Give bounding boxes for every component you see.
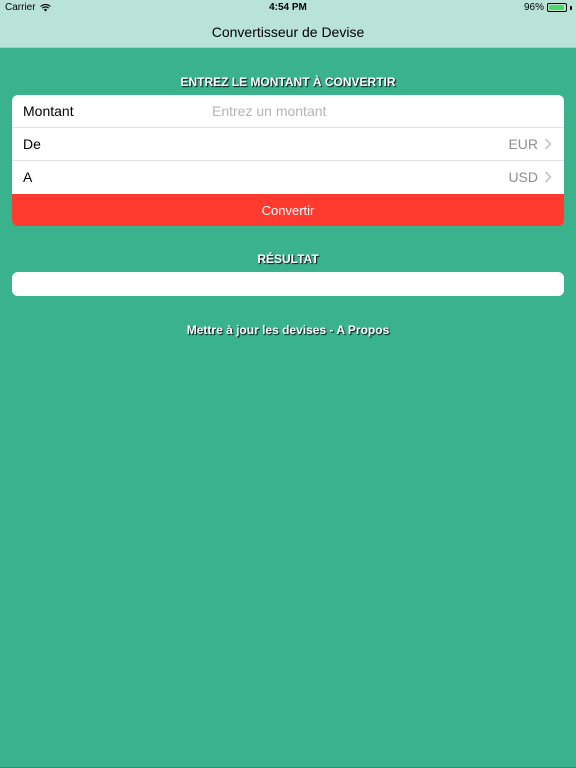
conversion-form: Montant De EUR A USD [12,95,564,194]
battery-icon [547,3,567,12]
amount-input[interactable] [212,101,472,121]
from-currency-value: EUR [508,136,538,152]
amount-label: Montant [23,103,74,119]
input-section-header: ENTREZ LE MONTANT À CONVERTIR [180,75,396,89]
battery-tip [570,5,572,10]
result-field [12,272,564,296]
footer-links: Mettre à jour les devises - A Propos [0,323,576,337]
battery-percent: 96% [523,2,544,13]
from-currency-row[interactable]: De EUR [12,128,564,161]
chevron-right-icon [545,138,552,150]
status-time: 4:54 PM [269,2,307,13]
link-separator: - [326,323,337,337]
navigation-bar: Convertisseur de Devise [0,16,576,48]
to-label: A [23,169,33,185]
to-currency-value: USD [508,169,538,185]
status-bar: Carrier 4:54 PM 96% [0,0,576,16]
about-link[interactable]: A Propos [336,323,389,337]
battery-fill [549,5,565,10]
update-currencies-link[interactable]: Mettre à jour les devises [187,323,326,337]
from-label: De [23,136,41,152]
amount-row[interactable]: Montant [12,95,564,128]
page-title: Convertisseur de Devise [211,23,365,40]
to-currency-row[interactable]: A USD [12,161,564,194]
status-right: 96% [524,2,572,13]
result-section-header: RÉSULTAT [257,252,319,266]
chevron-right-icon [545,171,552,183]
convert-button[interactable]: Convertir [12,194,564,226]
